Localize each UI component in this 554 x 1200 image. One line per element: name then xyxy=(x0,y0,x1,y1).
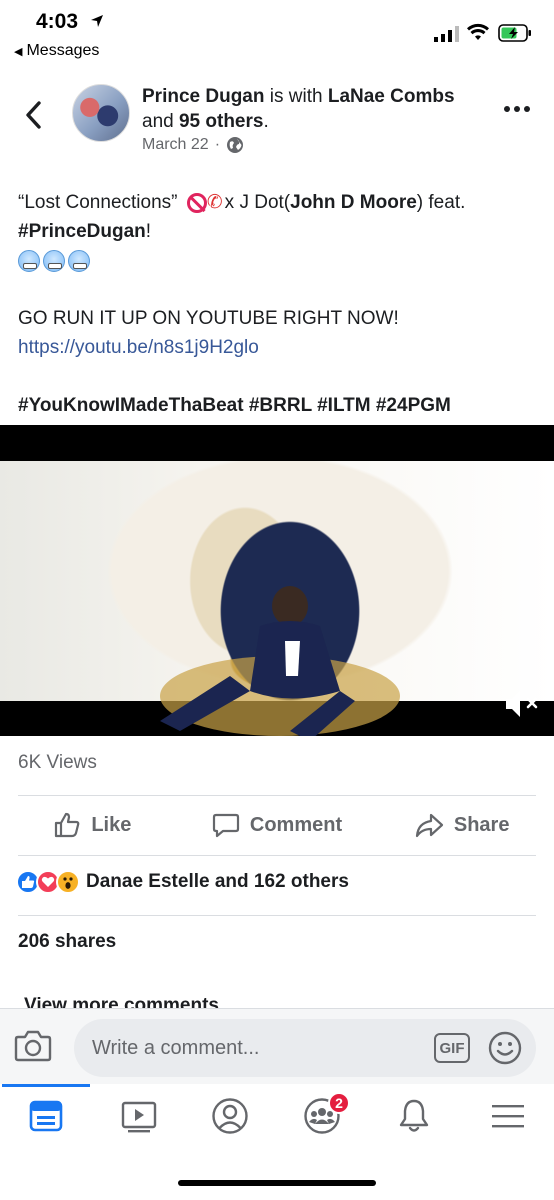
grimace-emoji-icon xyxy=(43,250,65,273)
exclaim: ! xyxy=(145,221,152,243)
comment-bubble-icon xyxy=(212,813,239,838)
view-count: 6K Views xyxy=(18,752,97,773)
tab-groups[interactable]: 2 xyxy=(278,1084,366,1148)
grimace-emoji-icon xyxy=(18,250,40,273)
tab-watch[interactable] xyxy=(95,1084,183,1148)
tagged-others[interactable]: 95 others xyxy=(179,111,263,132)
hashtags[interactable]: #YouKnowIMadeThaBeat #BRRL #ILTM #24PGM xyxy=(18,391,544,420)
grimace-emoji-icon xyxy=(68,250,90,273)
hashtag-list[interactable]: #YouKnowIMadeThaBeat #BRRL #ILTM #24PGM xyxy=(18,395,451,416)
post-line-2: #PrinceDugan! xyxy=(18,217,544,246)
emoji-smile-icon[interactable] xyxy=(488,1031,522,1065)
battery-charging-icon xyxy=(498,24,531,42)
youtube-link[interactable]: https://youtu.be/n8s1j9H2glo xyxy=(18,333,544,362)
like-button[interactable]: Like xyxy=(0,796,185,854)
location-arrow-icon xyxy=(91,15,103,27)
and-text: and xyxy=(142,111,174,132)
status-bar: 4:03 ◀ Messages xyxy=(0,0,554,68)
share-count[interactable]: 206 shares xyxy=(18,931,116,953)
groups-notification-badge: 2 xyxy=(328,1092,350,1114)
reactions-summary[interactable]: Danae Estelle and 162 others xyxy=(16,870,349,894)
feat-text-2: ) feat. xyxy=(416,192,466,213)
bottom-tab-bar: 2 xyxy=(0,1084,554,1154)
tab-profile[interactable] xyxy=(186,1084,274,1148)
comment-button[interactable]: Comment xyxy=(185,796,370,854)
gif-icon[interactable]: GIF xyxy=(434,1033,470,1063)
reactions-label: Danae Estelle and 162 others xyxy=(86,871,349,892)
divider xyxy=(18,855,536,856)
status-time: 4:03 xyxy=(36,10,79,33)
tab-menu[interactable] xyxy=(464,1084,552,1148)
home-indicator[interactable] xyxy=(178,1180,376,1186)
watch-video-icon xyxy=(121,1101,157,1133)
wifi-icon xyxy=(467,23,489,40)
video-player[interactable] xyxy=(0,425,554,736)
phone-emoji-icon: ✆ xyxy=(206,192,223,214)
mention-john[interactable]: John D Moore xyxy=(290,192,417,213)
video-frame[interactable] xyxy=(0,461,554,736)
tab-notifications[interactable] xyxy=(370,1084,458,1148)
post-line-1: “Lost Connections” ✆ x J Dot(John D Moore… xyxy=(18,188,544,217)
post-line-4: GO RUN IT UP ON YOUTUBE RIGHT NOW! xyxy=(18,308,399,330)
share-label: Share xyxy=(453,813,510,836)
tab-news-feed[interactable] xyxy=(2,1084,90,1148)
author-name[interactable]: Prince Dugan xyxy=(142,86,264,107)
back-to-app[interactable]: ◀ Messages xyxy=(14,42,99,60)
post-text: “Lost Connections” ✆ x J Dot(John D Moore… xyxy=(18,188,544,420)
cell-signal-icon xyxy=(434,26,459,42)
like-label: Like xyxy=(91,813,132,836)
camera-icon[interactable] xyxy=(14,1029,52,1063)
globe-icon xyxy=(227,137,244,153)
with-text: is with xyxy=(269,86,323,107)
emoji-line xyxy=(18,246,544,275)
share-button[interactable]: Share xyxy=(369,796,554,854)
post-header: Prince Dugan is with LaNae Combs and 95 … xyxy=(0,80,554,160)
bell-icon xyxy=(399,1099,429,1132)
share-arrow-icon xyxy=(415,813,443,838)
mute-icon[interactable] xyxy=(502,687,542,721)
period: . xyxy=(263,111,269,132)
divider xyxy=(18,915,536,916)
wow-reaction-icon xyxy=(56,870,80,894)
more-options-icon[interactable] xyxy=(504,106,530,112)
post-author-line: Prince Dugan is with LaNae Combs and 95 … xyxy=(142,84,482,134)
tagged-name[interactable]: LaNae Combs xyxy=(328,86,455,107)
no-entry-emoji-icon xyxy=(186,192,207,213)
video-subject-image xyxy=(160,586,400,736)
post-date[interactable]: March 22 xyxy=(142,136,209,154)
hamburger-menu-icon xyxy=(492,1105,524,1128)
hashtag-princedugan[interactable]: #PrinceDugan xyxy=(18,221,146,242)
author-avatar[interactable] xyxy=(72,84,130,142)
comment-composer: GIF xyxy=(0,1008,554,1084)
news-feed-icon xyxy=(29,1100,63,1132)
meta-separator: · xyxy=(214,136,221,153)
song-title: “Lost Connections” xyxy=(18,192,183,213)
back-app-label: Messages xyxy=(26,42,100,59)
feat-text: x J Dot( xyxy=(224,192,291,213)
post-meta: March 22 · xyxy=(142,136,244,154)
profile-icon xyxy=(212,1098,248,1134)
action-bar: Like Comment Share xyxy=(0,796,554,854)
back-triangle-icon: ◀ xyxy=(14,46,23,58)
thumbs-up-icon xyxy=(55,812,80,838)
comment-label: Comment xyxy=(249,813,343,836)
back-chevron-icon[interactable] xyxy=(24,100,44,130)
view-more-comments[interactable]: View more comments xyxy=(24,993,219,1009)
